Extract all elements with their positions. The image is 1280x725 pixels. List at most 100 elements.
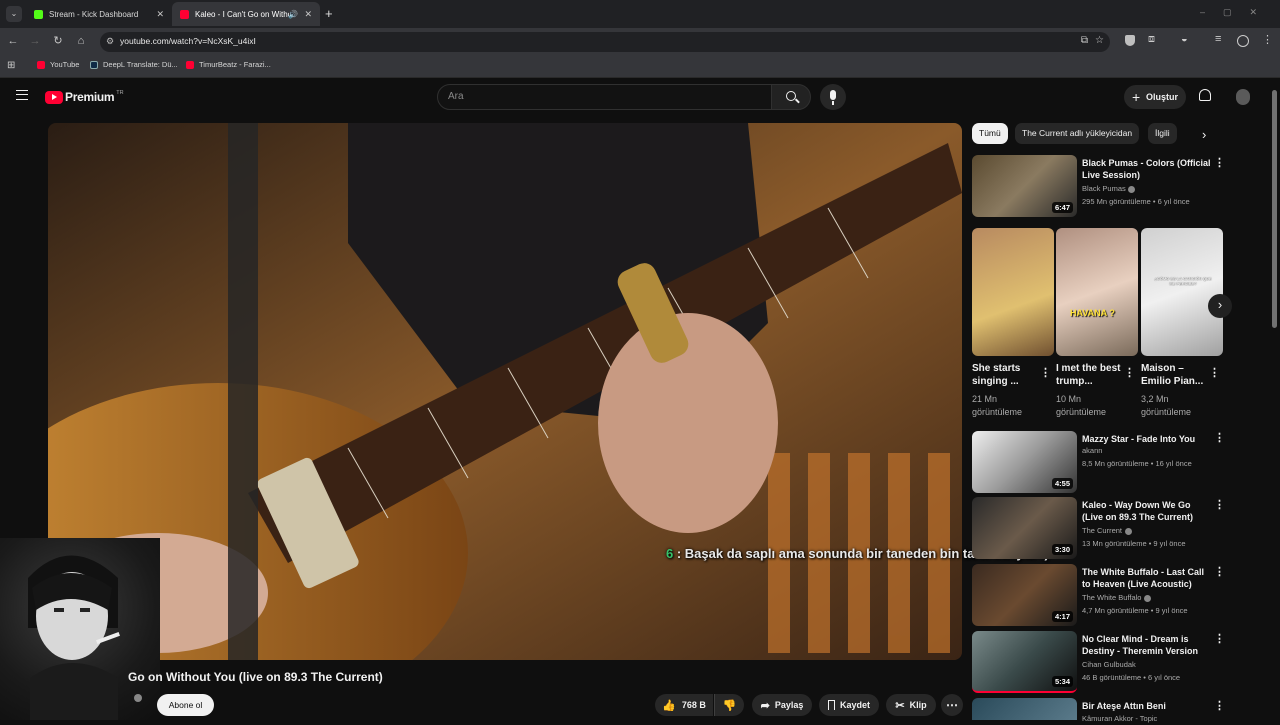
home-icon[interactable]: ⌂ <box>74 34 88 48</box>
plus-icon: + <box>1132 89 1141 105</box>
short-title[interactable]: She starts singing ... <box>972 362 1042 388</box>
channel-name[interactable]: The Current <box>1082 525 1122 537</box>
channel-name[interactable]: Black Pumas <box>1082 183 1126 195</box>
voice-search-button[interactable] <box>820 84 846 110</box>
short-views: 21 Mn görüntüleme <box>972 394 1023 417</box>
new-tab-button[interactable]: + <box>325 6 333 21</box>
more-options-icon[interactable]: ⋮ <box>1214 158 1225 169</box>
bookmark-star-icon[interactable]: ☆ <box>1095 35 1104 46</box>
forward-icon[interactable]: → <box>28 34 42 48</box>
address-bar[interactable]: ⚙ youtube.com/watch?v=NcXsK_u4ixI ⧉ ☆ <box>100 32 1110 52</box>
microphone-icon <box>830 90 836 100</box>
short-title[interactable]: I met the best trump... <box>1056 362 1126 388</box>
youtube-play-icon <box>45 90 63 104</box>
close-tab-icon[interactable]: ✕ <box>156 9 164 20</box>
speaker-icon[interactable]: 🔊 <box>288 10 298 19</box>
more-options-icon[interactable]: ⋮ <box>1214 433 1225 444</box>
youtube-icon <box>180 9 189 19</box>
back-icon[interactable]: ← <box>6 34 20 48</box>
avatar[interactable] <box>1236 89 1250 105</box>
search-input[interactable]: Ara <box>437 84 772 110</box>
short-thumbnail[interactable]: HAVANA ? <box>1056 228 1138 356</box>
more-options-icon[interactable]: ⋮ <box>1214 701 1225 712</box>
dislike-button[interactable]: 👎 <box>714 694 744 716</box>
recommendation-thumbnail[interactable]: 5:34 <box>972 631 1077 693</box>
extension-shield-icon[interactable] <box>1125 35 1135 46</box>
channel-name[interactable]: akann <box>1082 445 1102 457</box>
browser-tab-youtube[interactable]: Kaleo - I Can't Go on Witho 🔊 ✕ <box>172 2 320 26</box>
chip-all[interactable]: Tümü <box>972 123 1008 144</box>
channel-avatar[interactable] <box>134 694 142 702</box>
incognito-icon[interactable]: ◒ <box>1181 33 1188 45</box>
share-button[interactable]: ➦ Paylaş <box>752 694 812 716</box>
channel-name[interactable]: Kâmuran Akkor - Topic <box>1082 713 1157 725</box>
chip-from-uploader[interactable]: The Current adlı yükleyicidan <box>1015 123 1140 144</box>
extensions-icon[interactable]: ⧈ <box>1148 33 1155 46</box>
video-player[interactable] <box>48 123 962 660</box>
channel-name[interactable]: The White Buffalo <box>1082 592 1141 604</box>
duration-badge: 5:34 <box>1051 676 1073 687</box>
recommendation-title[interactable]: Mazzy Star - Fade Into You <box>1082 433 1222 445</box>
browser-menu-icon[interactable]: ⋮ <box>1262 33 1273 46</box>
window-controls[interactable]: –▢✕ <box>1200 7 1275 18</box>
search-button[interactable] <box>771 84 811 110</box>
bookmark-label: YouTube <box>50 60 80 69</box>
bookmark-timurbeatz[interactable]: TimurBeatz - Farazi... <box>186 60 271 69</box>
more-options-icon[interactable]: ⋮ <box>1214 634 1225 645</box>
tab-search-dropdown[interactable]: ⌄ <box>6 6 22 22</box>
bookmark-label: TimurBeatz - Farazi... <box>199 60 271 69</box>
recommendation-thumbnail[interactable]: 3:30 <box>972 497 1077 559</box>
media-control-icon[interactable]: ≡ <box>1215 33 1221 45</box>
apps-grid-icon[interactable]: ⊞ <box>7 60 15 71</box>
more-options-icon[interactable]: ⋮ <box>1209 368 1220 379</box>
duration-badge: 6:47 <box>1051 202 1073 213</box>
hamburger-menu-icon[interactable] <box>16 90 28 100</box>
shorts-next-button[interactable]: › <box>1208 294 1232 318</box>
close-tab-icon[interactable]: ✕ <box>304 9 312 20</box>
chip-related[interactable]: İlgili <box>1148 123 1177 144</box>
recommendation-thumbnail[interactable] <box>972 698 1077 720</box>
browser-tab-kick[interactable]: Stream - Kick Dashboard ✕ <box>26 2 172 26</box>
kick-icon <box>34 9 43 19</box>
youtube-logo[interactable]: Premium TR <box>45 90 124 104</box>
subscribe-button[interactable]: Abone ol <box>157 694 214 716</box>
streamer-webcam-overlay <box>0 538 160 720</box>
logo-text: Premium <box>65 90 115 104</box>
verified-icon <box>1125 528 1132 535</box>
more-options-icon[interactable]: ⋮ <box>1124 368 1135 379</box>
recommendation-title[interactable]: Kaleo - Way Down We Go (Live on 89.3 The… <box>1082 499 1212 523</box>
recommendation-thumbnail[interactable]: 6:47 <box>972 155 1077 217</box>
chevron-right-icon[interactable]: › <box>1202 127 1206 142</box>
recommendation-title[interactable]: The White Buffalo - Last Call to Heaven … <box>1082 566 1212 590</box>
video-meta: 295 Mn görüntüleme • 6 yıl önce <box>1082 197 1190 206</box>
recommendation-title[interactable]: Bir Ateşe Attın Beni <box>1082 700 1222 712</box>
more-options-icon[interactable]: ⋮ <box>1214 567 1225 578</box>
channel-name[interactable]: Cihan Gulbudak <box>1082 659 1136 671</box>
clip-button[interactable]: ✂ Klip <box>886 694 936 716</box>
create-button[interactable]: + Oluştur <box>1124 85 1186 109</box>
install-app-icon[interactable]: ⧉ <box>1081 35 1088 46</box>
recommendation-title[interactable]: Black Pumas - Colors (Official Live Sess… <box>1082 157 1212 181</box>
short-thumbnail[interactable]: ¿CÓMO ES LA CANCIÓN QUE ME PERCIBE? <box>1141 228 1223 356</box>
recommendation-thumbnail[interactable]: 4:17 <box>972 564 1077 626</box>
thumbs-up-icon: 👍 <box>662 699 676 712</box>
site-info-icon[interactable]: ⚙ <box>106 36 114 47</box>
more-horizontal-icon: ⋯ <box>946 698 958 712</box>
notifications-bell-icon[interactable] <box>1199 89 1211 101</box>
save-button[interactable]: Kaydet <box>819 694 879 716</box>
bookmark-deepl[interactable]: DeepL Translate: Dü... <box>90 60 178 69</box>
profile-icon[interactable] <box>1237 35 1249 47</box>
bookmark-youtube[interactable]: YouTube <box>37 60 79 69</box>
like-button[interactable]: 👍 768 B <box>655 694 713 716</box>
tab-title: Kaleo - I Can't Go on Witho <box>195 9 289 19</box>
more-actions-button[interactable]: ⋯ <box>941 694 963 716</box>
short-title[interactable]: Maison – Emilio Pian... <box>1141 362 1211 388</box>
recommendation-thumbnail[interactable]: 4:55 <box>972 431 1077 493</box>
page-scrollbar[interactable] <box>1272 90 1277 328</box>
reload-icon[interactable]: ↻ <box>51 34 65 48</box>
more-options-icon[interactable]: ⋮ <box>1040 368 1051 379</box>
save-label: Kaydet <box>839 700 870 710</box>
short-thumbnail[interactable] <box>972 228 1054 356</box>
recommendation-title[interactable]: No Clear Mind - Dream is Destiny - There… <box>1082 633 1212 657</box>
more-options-icon[interactable]: ⋮ <box>1214 500 1225 511</box>
